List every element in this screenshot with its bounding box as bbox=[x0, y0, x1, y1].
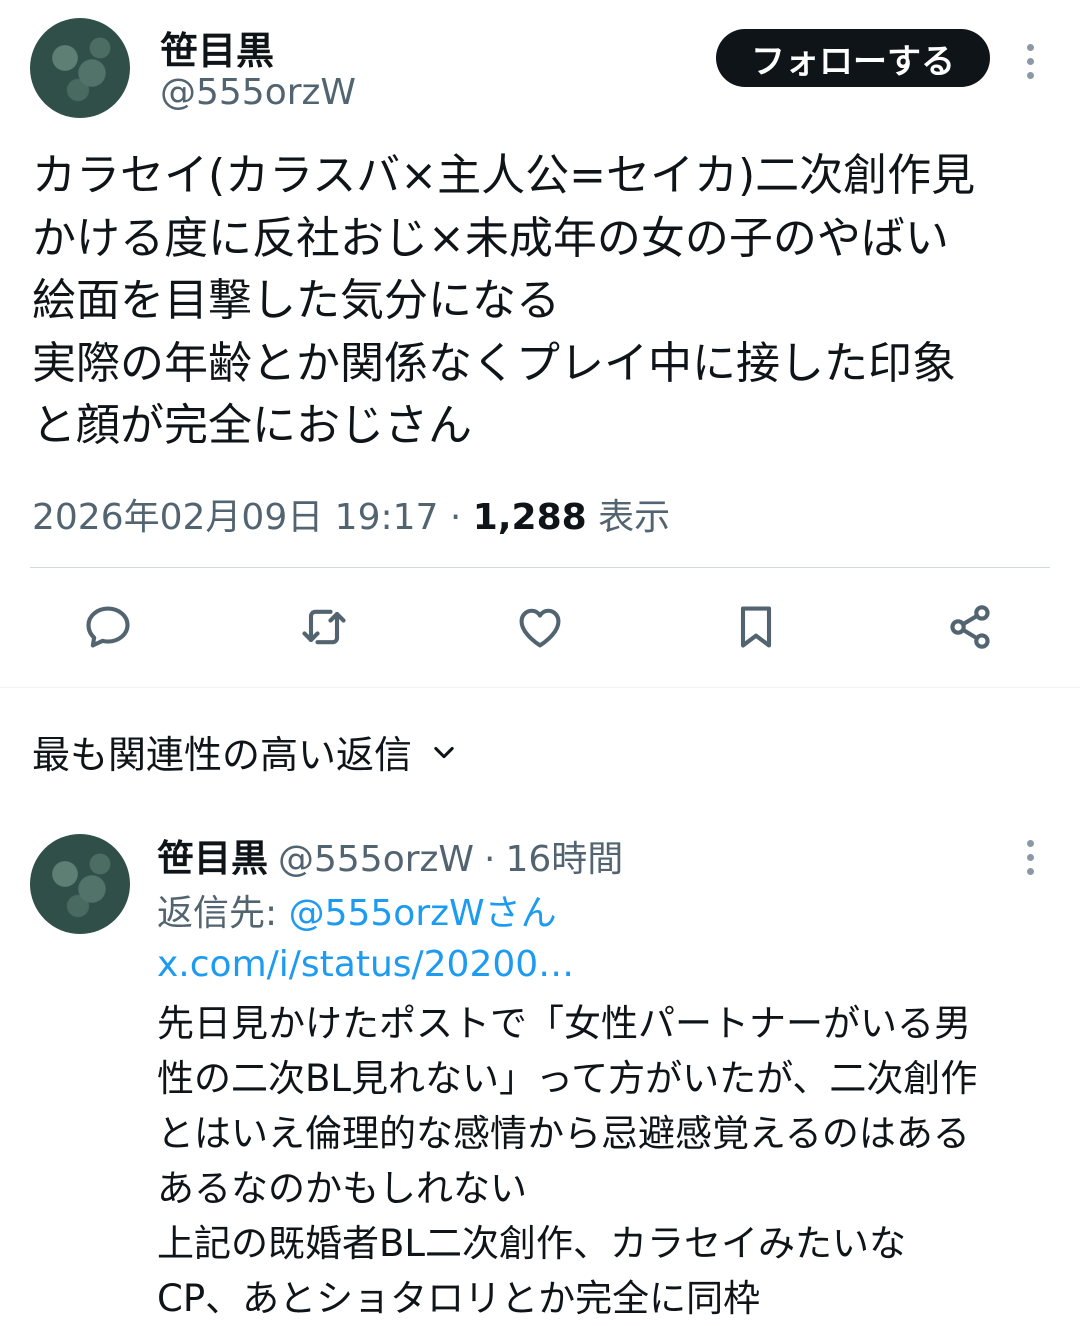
share-button[interactable] bbox=[940, 597, 1000, 657]
share-icon bbox=[950, 605, 990, 649]
reply-to-handle[interactable]: @555orzWさん bbox=[289, 893, 557, 934]
chevron-down-icon bbox=[434, 746, 454, 758]
tweet-meta: 2026年02月09日 19:17 · 1,288 表示 bbox=[32, 488, 670, 540]
bookmark-icon bbox=[740, 606, 772, 648]
reply-more-options-icon[interactable] bbox=[1018, 840, 1042, 875]
follow-button[interactable]: フォローする bbox=[716, 29, 990, 87]
reply-author-handle[interactable]: @555orzW bbox=[278, 839, 474, 880]
reply-author-name[interactable]: 笹目黒 bbox=[157, 828, 268, 882]
reply-text: 先日見かけたポストで「女性パートナーがいる男 性の二次BL見れない」って方がいた… bbox=[157, 1002, 978, 1320]
repost-icon bbox=[302, 609, 346, 645]
more-options-icon[interactable] bbox=[1018, 44, 1042, 79]
repost-button[interactable] bbox=[294, 597, 354, 657]
tweet-timestamp[interactable]: 2026年02月09日 19:17 bbox=[32, 497, 438, 538]
sort-label: 最も関連性の高い返信 bbox=[32, 733, 413, 777]
tweet-text: カラセイ(カラスバ×主人公=セイカ)二次創作見 かける度に反社おじ×未成年の女の… bbox=[32, 150, 976, 451]
reply-button[interactable] bbox=[78, 597, 138, 657]
divider bbox=[30, 567, 1050, 568]
reply-to-label: 返信先: bbox=[157, 893, 278, 934]
reply-sort-selector[interactable]: 最も関連性の高い返信 bbox=[32, 724, 458, 779]
views-count: 1,288 bbox=[472, 497, 587, 538]
reply-header: 笹目黒 @555orzW · 16時間 bbox=[157, 828, 623, 882]
reply-to-line: 返信先: @555orzWさん bbox=[157, 884, 557, 936]
section-divider bbox=[0, 687, 1080, 688]
author-handle[interactable]: @555orzW bbox=[160, 72, 356, 113]
like-button[interactable] bbox=[510, 597, 570, 657]
reply-separator: · bbox=[484, 839, 496, 880]
views-label: 表示 bbox=[598, 497, 671, 538]
reply-time[interactable]: 16時間 bbox=[505, 830, 623, 882]
author-name[interactable]: 笹目黒 bbox=[160, 20, 274, 75]
reply-status-link[interactable]: x.com/i/status/20200… bbox=[157, 944, 574, 985]
bookmark-button[interactable] bbox=[726, 597, 786, 657]
author-avatar[interactable] bbox=[30, 18, 130, 118]
meta-separator: · bbox=[449, 497, 462, 538]
reply-author-avatar[interactable] bbox=[30, 834, 130, 934]
reply-icon bbox=[86, 606, 130, 648]
heart-icon bbox=[519, 608, 561, 648]
